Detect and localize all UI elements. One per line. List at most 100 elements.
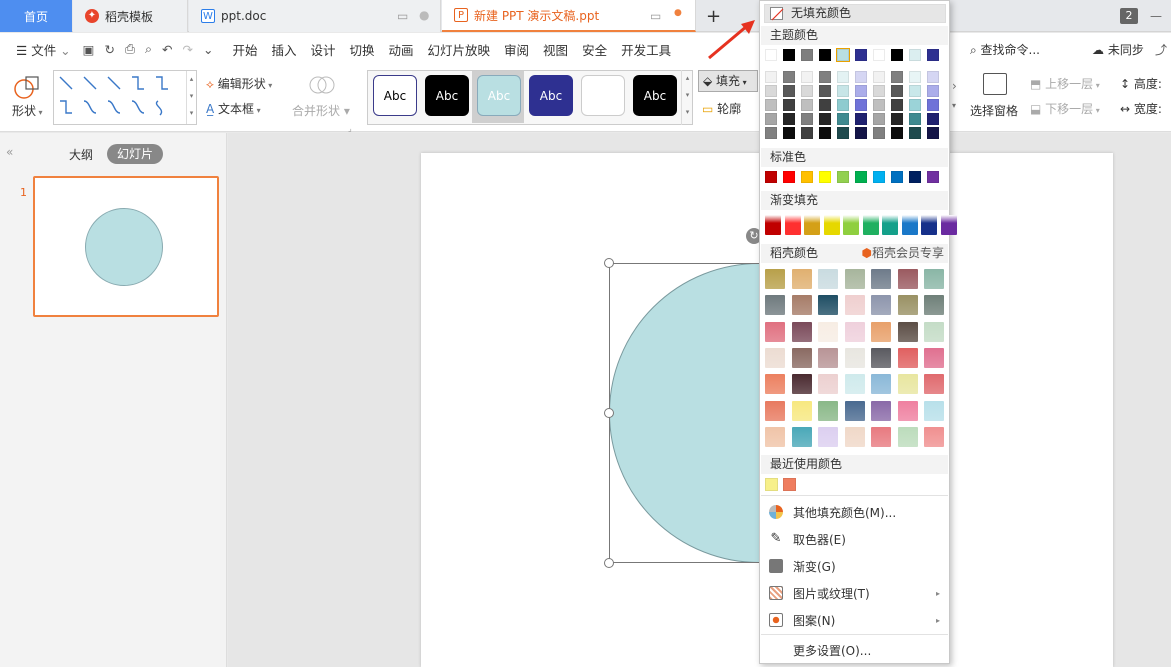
theme-shade-swatch[interactable]: [819, 71, 831, 83]
daoke-color-swatch[interactable]: [818, 295, 838, 316]
theme-shade-swatch[interactable]: [801, 99, 813, 111]
standard-color-swatch[interactable]: [873, 171, 885, 183]
menu-slideshow[interactable]: 幻灯片放映: [421, 40, 498, 59]
daoke-color-swatch[interactable]: [897, 426, 918, 447]
daoke-color-swatch[interactable]: [924, 321, 944, 342]
theme-shade-swatch[interactable]: [783, 127, 795, 139]
theme-shade-swatch[interactable]: [837, 99, 849, 111]
theme-shade-swatch[interactable]: [783, 113, 795, 125]
theme-shade-swatch[interactable]: [873, 127, 885, 139]
daoke-color-swatch[interactable]: [897, 374, 918, 395]
search-command[interactable]: ⌕ 查找命令...: [970, 41, 1040, 58]
tab-new-ppt[interactable]: P 新建 PPT 演示文稿.ppt ▭ ●: [442, 0, 696, 32]
tab-home[interactable]: 首页: [0, 0, 72, 32]
theme-shade-swatch[interactable]: [783, 85, 795, 97]
menu-start[interactable]: 开始: [225, 40, 264, 59]
daoke-color-swatch[interactable]: [924, 347, 944, 368]
theme-shade-swatch[interactable]: [873, 113, 885, 125]
height-field[interactable]: ↕ 高度:: [1120, 75, 1162, 92]
tab-ppt-doc[interactable]: W ppt.doc ▭ ●: [189, 0, 441, 32]
theme-shade-swatch[interactable]: [891, 113, 903, 125]
theme-shade-swatch[interactable]: [801, 127, 813, 139]
theme-shade-swatch[interactable]: [891, 127, 903, 139]
resize-handle-nw[interactable]: [604, 258, 614, 268]
style-abc-white[interactable]: [581, 75, 625, 116]
daoke-color-swatch[interactable]: [791, 295, 812, 316]
daoke-color-swatch[interactable]: [765, 295, 785, 316]
daoke-color-swatch[interactable]: [871, 400, 891, 421]
gradient-fill-swatch[interactable]: [862, 215, 879, 235]
unsaved-dot-icon[interactable]: ●: [674, 8, 682, 18]
pattern-option[interactable]: 图案(N) ▸: [761, 607, 948, 633]
merge-shape-button[interactable]: 合并形状 ▾: [292, 102, 350, 119]
screen-icon[interactable]: ▭: [397, 9, 408, 23]
standard-color-swatch[interactable]: [927, 171, 939, 183]
more-chevron-icon[interactable]: ⌄: [198, 42, 225, 57]
standard-color-swatch[interactable]: [891, 171, 903, 183]
menu-view[interactable]: 视图: [536, 40, 575, 59]
more-settings-option[interactable]: 更多设置(O)...: [761, 637, 948, 663]
minimize-icon[interactable]: —: [1150, 0, 1170, 32]
tab-daoke-template[interactable]: ✦ 稻壳模板: [73, 0, 188, 32]
standard-color-swatch[interactable]: [819, 171, 831, 183]
theme-shade-swatch[interactable]: [855, 85, 867, 97]
resize-handle-sw[interactable]: [604, 558, 614, 568]
theme-shade-swatch[interactable]: [855, 71, 867, 83]
select-pane-button[interactable]: 选择窗格: [970, 102, 1018, 119]
daoke-color-swatch[interactable]: [765, 426, 785, 447]
theme-shade-swatch[interactable]: [927, 85, 939, 97]
theme-shade-swatch[interactable]: [765, 85, 777, 97]
theme-color-swatch[interactable]: [927, 49, 939, 61]
menu-transition[interactable]: 切换: [342, 40, 381, 59]
redo-icon[interactable]: ↷: [177, 42, 197, 57]
width-field[interactable]: ↔ 宽度:: [1120, 100, 1162, 117]
text-box-button[interactable]: A̲ 文本框 ▾: [206, 100, 261, 117]
outline-button[interactable]: ▭ 轮廓: [702, 100, 741, 117]
more-fill-colors-option[interactable]: 其他填充颜色(M)...: [761, 499, 948, 525]
theme-shade-swatch[interactable]: [927, 127, 939, 139]
theme-shade-swatch[interactable]: [837, 85, 849, 97]
daoke-color-swatch[interactable]: [765, 269, 785, 289]
theme-shade-swatch[interactable]: [909, 113, 921, 125]
daoke-color-swatch[interactable]: [818, 374, 838, 395]
theme-shade-swatch[interactable]: [855, 127, 867, 139]
gradient-fill-swatch[interactable]: [940, 215, 957, 235]
screen-icon-2[interactable]: ▭: [650, 9, 661, 23]
daoke-color-swatch[interactable]: [871, 269, 891, 289]
theme-shade-swatch[interactable]: [927, 113, 939, 125]
gradient-option[interactable]: 渐变(G): [761, 553, 948, 579]
daoke-color-swatch[interactable]: [791, 321, 812, 342]
theme-shade-swatch[interactable]: [873, 99, 885, 111]
daoke-color-swatch[interactable]: [765, 347, 785, 368]
theme-shade-swatch[interactable]: [765, 113, 777, 125]
menu-animation[interactable]: 动画: [382, 40, 421, 59]
daoke-color-swatch[interactable]: [924, 400, 944, 421]
gradient-fill-swatch[interactable]: [901, 215, 918, 235]
daoke-color-swatch[interactable]: [897, 269, 918, 289]
theme-shade-swatch[interactable]: [909, 71, 921, 83]
daoke-color-swatch[interactable]: [791, 426, 812, 447]
theme-shade-swatch[interactable]: [855, 99, 867, 111]
theme-shade-swatch[interactable]: [765, 99, 777, 111]
theme-shade-swatch[interactable]: [819, 99, 831, 111]
theme-shade-swatch[interactable]: [891, 71, 903, 83]
daoke-color-swatch[interactable]: [897, 295, 918, 316]
theme-shade-swatch[interactable]: [855, 113, 867, 125]
theme-shade-swatch[interactable]: [891, 99, 903, 111]
style-abc-outline[interactable]: Abc: [373, 75, 417, 116]
daoke-color-swatch[interactable]: [871, 321, 891, 342]
eyedropper-option[interactable]: ✎ 取色器(E): [761, 526, 948, 552]
print-icon[interactable]: ⎙: [120, 41, 140, 57]
standard-color-swatch[interactable]: [801, 171, 813, 183]
theme-shade-swatch[interactable]: [837, 127, 849, 139]
daoke-color-swatch[interactable]: [924, 295, 944, 316]
theme-shade-swatch[interactable]: [819, 127, 831, 139]
standard-color-swatch[interactable]: [909, 171, 921, 183]
daoke-color-swatch[interactable]: [818, 400, 838, 421]
daoke-color-swatch[interactable]: [844, 374, 865, 395]
daoke-color-swatch[interactable]: [897, 321, 918, 342]
theme-shade-swatch[interactable]: [909, 85, 921, 97]
style-abc-black[interactable]: Abc: [425, 75, 469, 116]
recent-color-swatch-1[interactable]: [765, 478, 778, 491]
theme-color-swatch[interactable]: [836, 48, 850, 62]
